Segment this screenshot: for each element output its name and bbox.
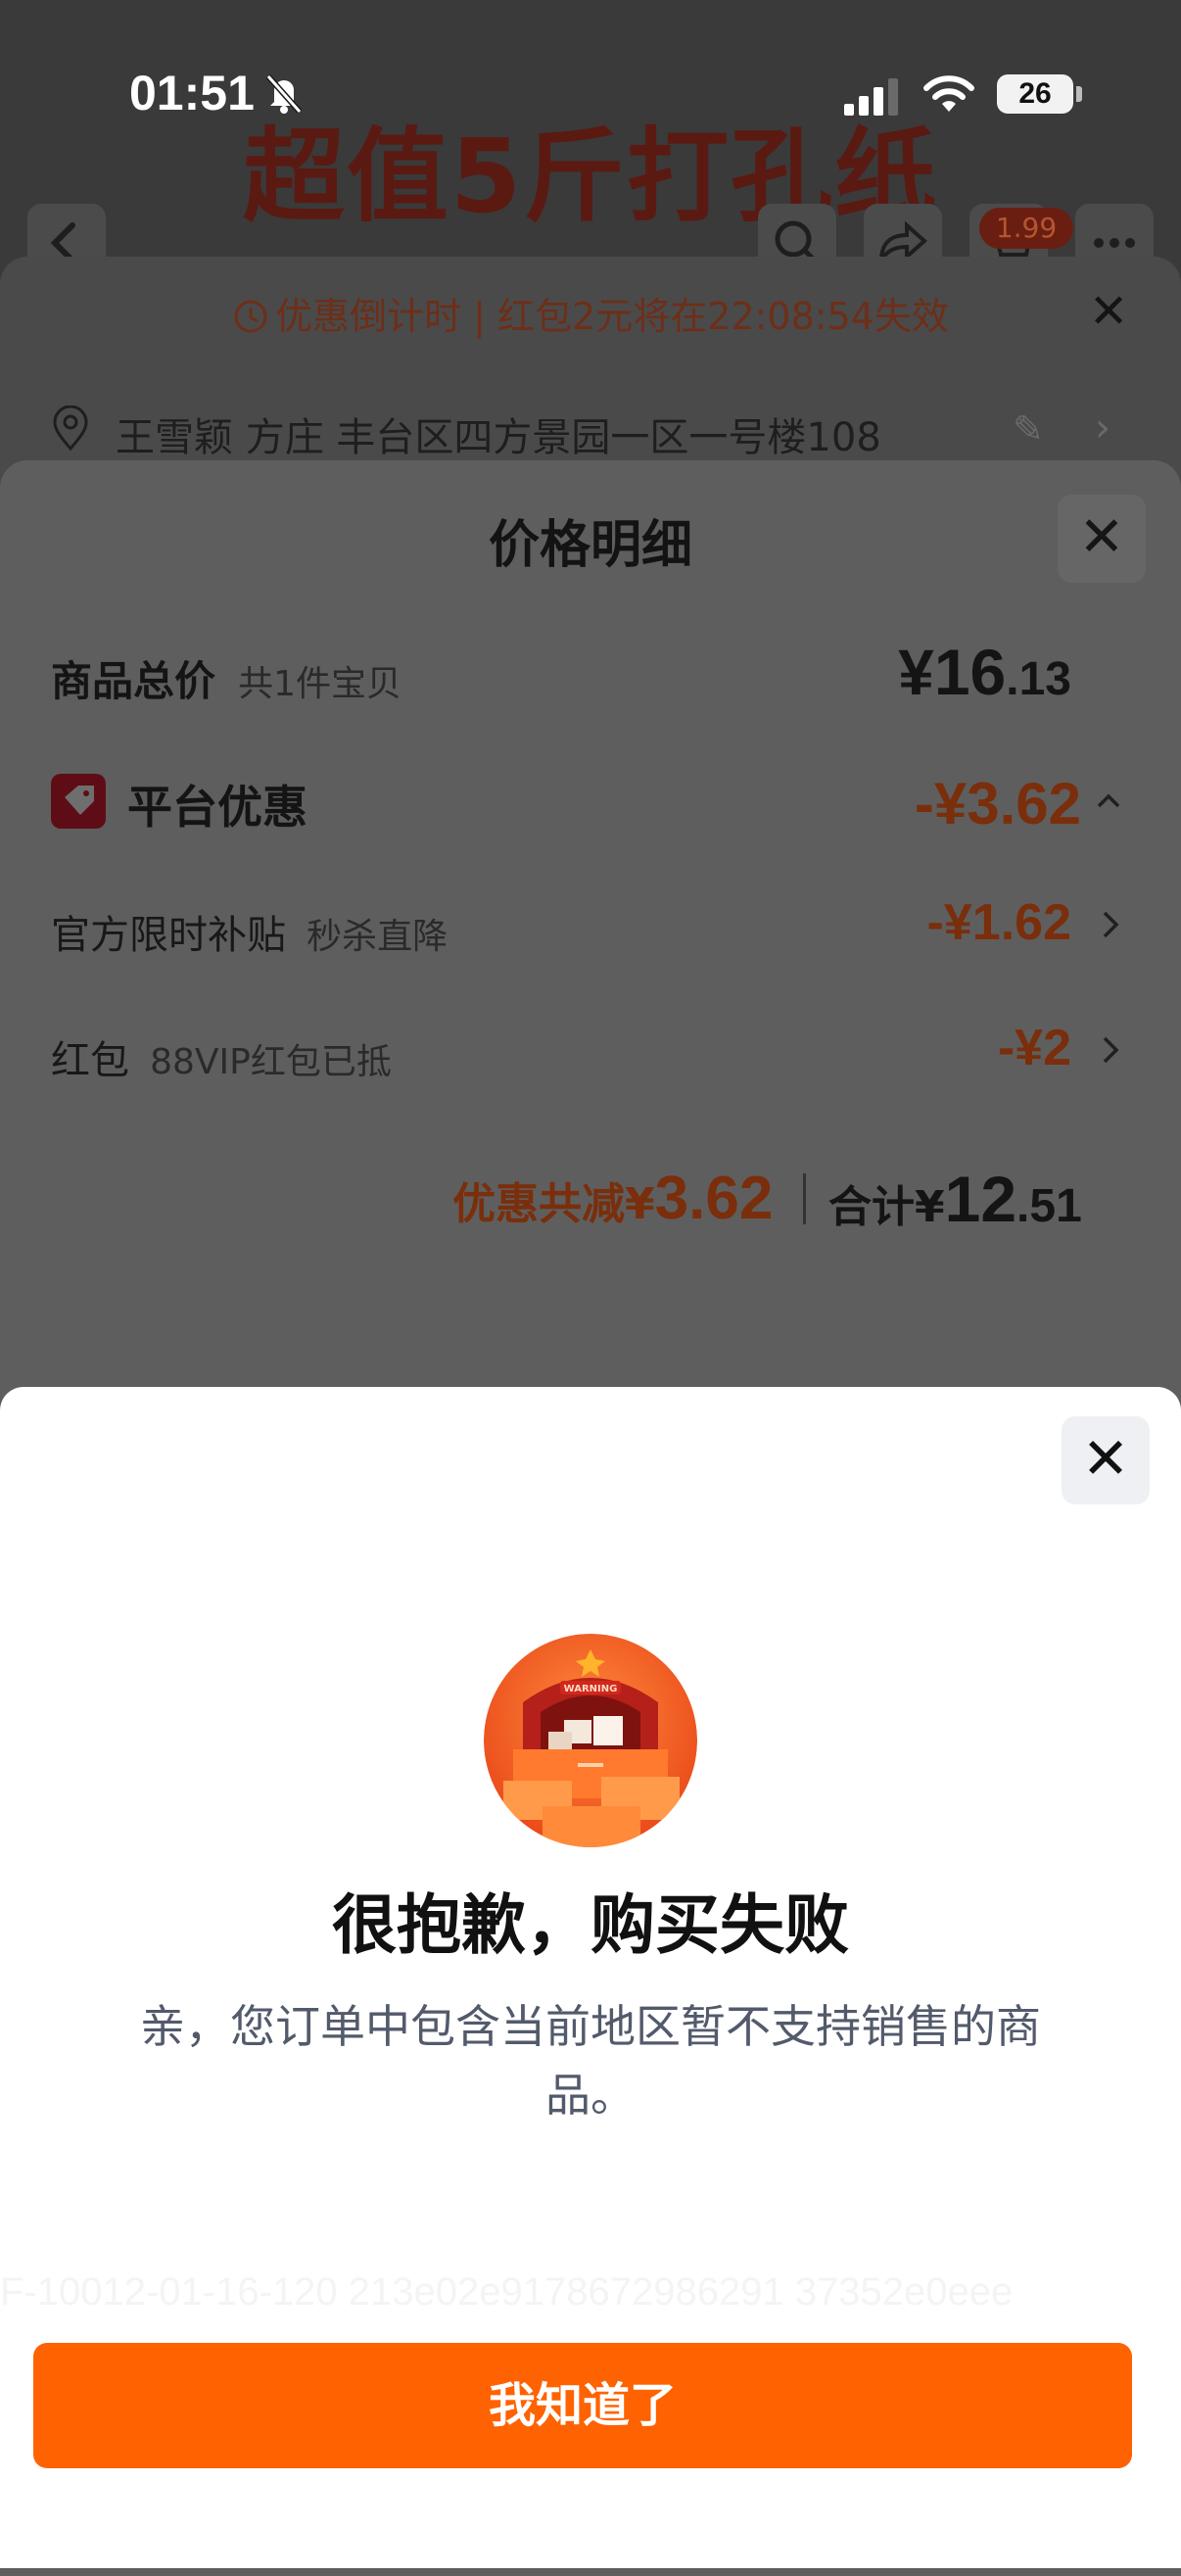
location-pin-icon	[53, 405, 88, 451]
goods-total-count: 共1件宝贝	[238, 664, 402, 704]
close-icon: ✕	[1078, 505, 1125, 569]
clock-icon	[234, 300, 267, 333]
edit-icon: ✎	[1013, 407, 1044, 451]
goods-total-label: 商品总价	[51, 657, 216, 705]
redpacket-row[interactable]: 红包 88VIP红包已抵	[51, 1028, 392, 1085]
summary-divider	[803, 1173, 806, 1224]
edit-address-button[interactable]: ✎	[1013, 407, 1044, 451]
modal-title: 很抱歉，购买失败	[332, 1887, 849, 1963]
order-total: 合计¥12.51	[828, 1163, 1082, 1235]
subsidy-value: -¥1.62	[926, 894, 1071, 951]
goods-total-value: ¥16.13	[898, 636, 1071, 708]
chevron-right-icon	[1095, 905, 1124, 954]
tag-icon	[51, 774, 106, 829]
close-icon: ✕	[1089, 284, 1129, 339]
status-time: 01:51	[129, 66, 255, 120]
countdown-text: 优惠倒计时 | 红包2元将在22:08:54失效	[275, 295, 949, 338]
warning-box-illustration: WARNING	[484, 1634, 697, 1847]
chevron-right-icon	[1095, 1030, 1124, 1079]
cart-badge: 1.99	[979, 208, 1073, 249]
price-detail-title: 价格明细	[488, 516, 692, 575]
price-detail-close-button[interactable]: ✕	[1058, 495, 1146, 583]
chevron-up-icon[interactable]	[1091, 780, 1126, 828]
subsidy-sub: 秒杀直降	[307, 917, 449, 957]
goods-total-row: 商品总价 共1件宝贝	[51, 648, 402, 708]
platform-discount-value: -¥3.62	[914, 771, 1081, 836]
redpacket-sub: 88VIP红包已抵	[150, 1042, 392, 1082]
battery-cap	[1076, 86, 1082, 102]
error-trace-id: F-10012-01-16-120 213e02e9178672986291 3…	[0, 2270, 1014, 2314]
wifi-icon	[923, 75, 974, 112]
silent-bell-icon	[265, 74, 303, 114]
subsidy-row[interactable]: 官方限时补贴 秒杀直降	[51, 903, 448, 960]
delivery-address[interactable]: 王雪颖 方庄 丰台区四方景园一区一号楼108	[116, 405, 881, 462]
modal-close-button[interactable]: ✕	[1062, 1416, 1150, 1504]
order-sheet-close-button[interactable]: ✕	[1089, 286, 1128, 337]
total-savings: 优惠共减¥3.62	[452, 1165, 774, 1232]
address-chevron-right-icon: ›	[1095, 405, 1110, 451]
modal-description: 亲，您订单中包含当前地区暂不支持销售的商品。	[140, 2000, 1041, 2122]
platform-discount-label: 平台优惠	[127, 781, 307, 834]
coupon-countdown: 优惠倒计时 | 红包2元将在22:08:54失效	[0, 286, 1181, 340]
subsidy-label: 官方限时补贴	[51, 913, 286, 958]
warning-sign: WARNING	[564, 1684, 618, 1694]
signal-icon	[844, 78, 898, 116]
redpacket-label: 红包	[51, 1038, 129, 1083]
confirm-button[interactable]: 我知道了	[33, 2343, 1132, 2468]
redpacket-value: -¥2	[997, 1020, 1071, 1076]
battery-icon: 26	[997, 74, 1073, 114]
close-icon: ✕	[1081, 1425, 1130, 1492]
